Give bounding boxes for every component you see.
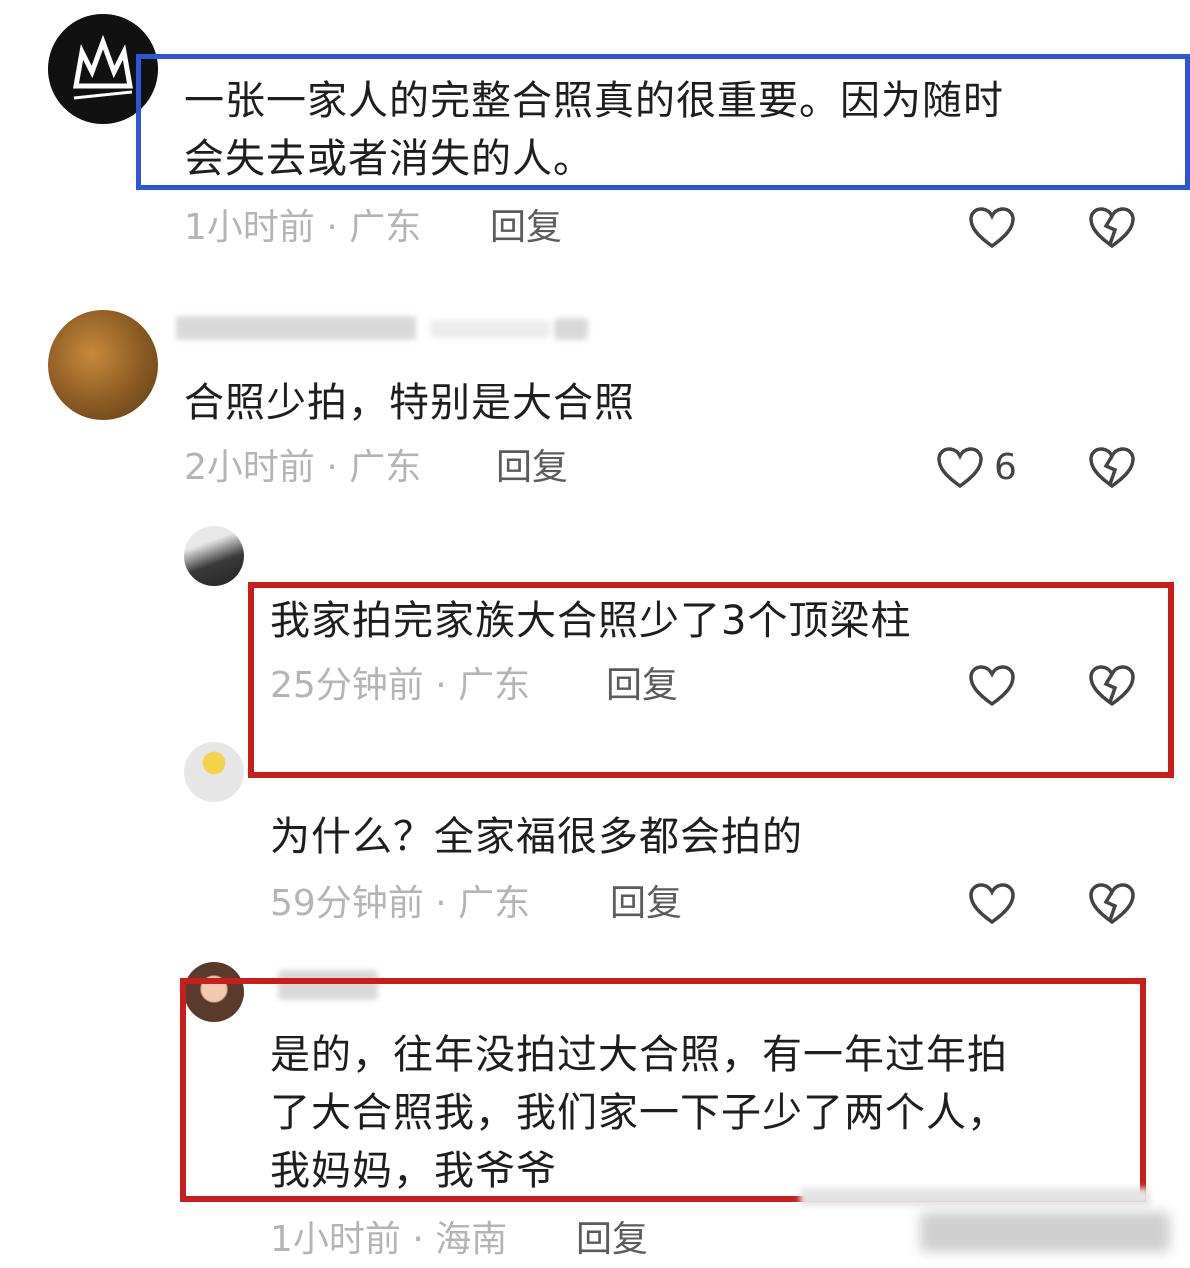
comment-meta: 2小时前 · 广东 bbox=[184, 446, 421, 490]
reply-button[interactable]: 回复 bbox=[490, 206, 562, 250]
meta-separator: · bbox=[423, 883, 459, 924]
comment-text-line: 为什么？全家福很多都会拍的 bbox=[270, 814, 803, 860]
comment-text-line: 一张一家人的完整合照真的很重要。因为随时 bbox=[184, 78, 1004, 124]
like-heart-icon[interactable] bbox=[936, 446, 984, 490]
avatar[interactable] bbox=[184, 526, 244, 586]
comment-meta: 1小时前 · 海南 bbox=[270, 1218, 507, 1262]
comment-meta: 1小时前 · 广东 bbox=[184, 206, 421, 250]
comment-time: 59分钟前 bbox=[270, 883, 424, 924]
like-count: 6 bbox=[994, 447, 1017, 488]
blurred-username bbox=[430, 320, 550, 338]
comment-meta: 59分钟前 · 广东 bbox=[270, 882, 530, 926]
like-heart-icon[interactable] bbox=[968, 882, 1016, 926]
meta-separator: · bbox=[400, 1219, 436, 1260]
comment-location: 海南 bbox=[435, 1219, 508, 1260]
comment-text-line: 我妈妈，我爷爷 bbox=[270, 1148, 557, 1194]
avatar[interactable] bbox=[48, 310, 158, 420]
comment-text-line: 会失去或者消失的人。 bbox=[184, 136, 594, 182]
comment-time: 1小时前 bbox=[184, 207, 315, 248]
comment-location: 广东 bbox=[458, 883, 531, 924]
blurred-username bbox=[554, 318, 588, 340]
blurred-watermark bbox=[920, 1212, 1170, 1252]
blurred-username bbox=[176, 316, 416, 340]
meta-separator: · bbox=[423, 665, 459, 706]
meta-separator: · bbox=[314, 207, 350, 248]
like-heart-icon[interactable] bbox=[968, 664, 1016, 708]
blurred-watermark bbox=[800, 1188, 1150, 1206]
comment-time: 25分钟前 bbox=[270, 665, 424, 706]
dislike-broken-heart-icon[interactable] bbox=[1088, 206, 1136, 250]
comment-location: 广东 bbox=[458, 665, 531, 706]
comment-time: 2小时前 bbox=[184, 447, 315, 488]
reply-button[interactable]: 回复 bbox=[606, 664, 678, 708]
dislike-broken-heart-icon[interactable] bbox=[1088, 664, 1136, 708]
comment-text-line: 合照少拍，特别是大合照 bbox=[184, 380, 635, 426]
comment-text-line: 了大合照我，我们家一下子少了两个人， bbox=[270, 1090, 1008, 1136]
avatar[interactable] bbox=[184, 742, 244, 802]
reply-button[interactable]: 回复 bbox=[576, 1218, 648, 1262]
comment-time: 1小时前 bbox=[270, 1219, 401, 1260]
comment-location: 广东 bbox=[349, 447, 422, 488]
reply-button[interactable]: 回复 bbox=[496, 446, 568, 490]
reply-button[interactable]: 回复 bbox=[610, 882, 682, 926]
comment-location: 广东 bbox=[349, 207, 422, 248]
like-heart-icon[interactable] bbox=[968, 206, 1016, 250]
meta-separator: · bbox=[314, 447, 350, 488]
dislike-broken-heart-icon[interactable] bbox=[1088, 882, 1136, 926]
comment-meta: 25分钟前 · 广东 bbox=[270, 664, 530, 708]
dislike-broken-heart-icon[interactable] bbox=[1088, 446, 1136, 490]
comment-text-line: 是的，往年没拍过大合照，有一年过年拍 bbox=[270, 1032, 1008, 1078]
comment-text-line: 我家拍完家族大合照少了3个顶梁柱 bbox=[270, 598, 912, 644]
